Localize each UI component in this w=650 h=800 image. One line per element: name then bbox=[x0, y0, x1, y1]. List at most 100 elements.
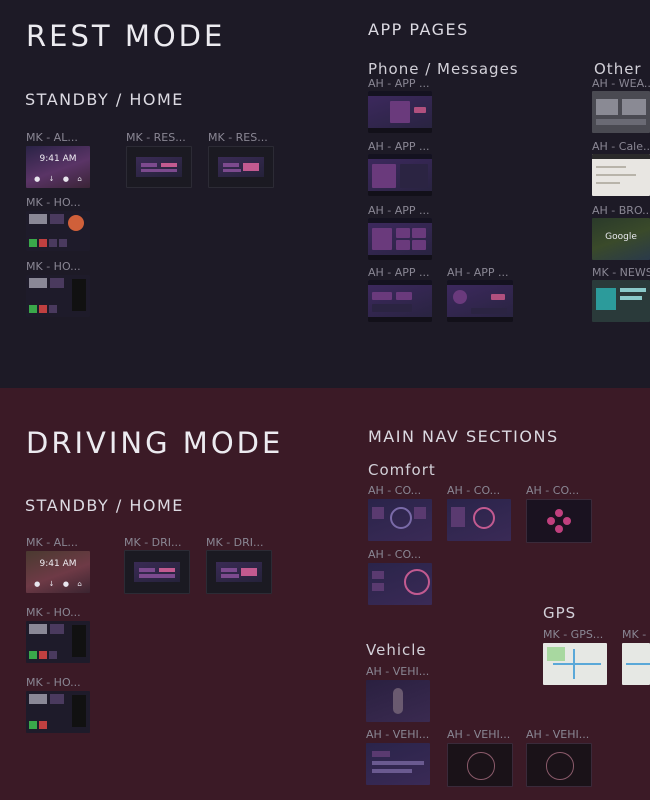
frame-label: MK - GPS... bbox=[543, 628, 604, 641]
app-page-thumbnail[interactable] bbox=[447, 280, 513, 322]
frame-label: AH - APP ... bbox=[368, 140, 430, 153]
vehicle-thumbnail[interactable] bbox=[447, 743, 513, 787]
download-icon: ↓ bbox=[48, 580, 55, 588]
fan-control-thumbnail[interactable] bbox=[526, 499, 592, 543]
frame-label: MK - AL... bbox=[26, 131, 78, 144]
phone-app-frame-1[interactable]: AH - APP ... bbox=[368, 77, 434, 135]
frame-label: AH - VEHI... bbox=[366, 665, 430, 678]
weather-frame[interactable]: AH - WEA... bbox=[592, 77, 650, 135]
browser-frame[interactable]: AH - BRO... Google bbox=[592, 204, 650, 262]
frame-label: AH - BRO... bbox=[592, 204, 650, 217]
driving-home-frame-2[interactable]: MK - HO... bbox=[26, 676, 92, 734]
vehicle-frame-1[interactable]: AH - VEHI... bbox=[366, 665, 432, 723]
app-page-thumbnail[interactable] bbox=[368, 154, 432, 196]
pin-icon: ● bbox=[34, 580, 41, 588]
rest-standby-frame[interactable]: MK - RES... bbox=[126, 131, 192, 189]
standby-thumbnail[interactable] bbox=[124, 550, 190, 594]
lock-screen-thumbnail[interactable]: 9:41 AM ● ↓ ● ⌂ bbox=[26, 146, 90, 188]
frame-label: AH - APP ... bbox=[368, 204, 430, 217]
frame-label: MK - bbox=[622, 628, 647, 641]
rest-home-frame[interactable]: MK - HO... bbox=[26, 196, 92, 254]
climate-thumbnail[interactable] bbox=[368, 563, 432, 605]
vehicle-frame-4[interactable]: AH - VEHI... bbox=[526, 728, 592, 787]
news-frame[interactable]: MK - NEWS... bbox=[592, 266, 650, 324]
pin-icon: ● bbox=[34, 175, 41, 183]
download-icon: ↓ bbox=[48, 175, 55, 183]
standby-thumbnail[interactable] bbox=[208, 146, 274, 188]
standby-thumbnail[interactable] bbox=[206, 550, 272, 594]
calendar-thumbnail[interactable] bbox=[592, 154, 650, 196]
home-thumbnail[interactable] bbox=[26, 691, 90, 733]
lock-time: 9:41 AM bbox=[39, 559, 77, 569]
gps-frame-1[interactable]: MK - GPS... bbox=[543, 628, 609, 686]
driving-standby-frame[interactable]: MK - DRI... bbox=[124, 536, 190, 594]
rest-home-frame-2[interactable]: MK - HO... bbox=[26, 260, 92, 318]
home-thumbnail[interactable] bbox=[26, 211, 90, 251]
rest-lock-frame[interactable]: MK - AL... 9:41 AM ● ↓ ● ⌂ bbox=[26, 131, 92, 189]
home-thumbnail[interactable] bbox=[26, 621, 90, 663]
frame-label: AH - CO... bbox=[526, 484, 580, 497]
driving-mode-title: DRIVING MODE bbox=[26, 426, 284, 460]
other-heading: Other bbox=[594, 60, 642, 78]
driving-home-frame[interactable]: MK - HO... bbox=[26, 606, 92, 664]
lock-screen-thumbnail[interactable]: 9:41 AM ● ↓ ● ⌂ bbox=[26, 551, 90, 593]
frame-label: AH - WEA... bbox=[592, 77, 650, 90]
map-thumbnail[interactable] bbox=[543, 643, 607, 685]
home-icon: ⌂ bbox=[77, 175, 82, 183]
standby-thumbnail[interactable] bbox=[126, 146, 192, 188]
frame-label: AH - VEHI... bbox=[526, 728, 590, 741]
rest-mode-section bbox=[0, 0, 650, 388]
news-thumbnail[interactable] bbox=[592, 280, 650, 322]
frame-label: MK - HO... bbox=[26, 260, 81, 273]
rest-standby-frame-2[interactable]: MK - RES... bbox=[208, 131, 274, 189]
lock-time: 9:41 AM bbox=[39, 154, 77, 164]
map-thumbnail[interactable] bbox=[622, 643, 650, 685]
home-icon: ⌂ bbox=[77, 580, 82, 588]
frame-label: AH - Cale... bbox=[592, 140, 650, 153]
comfort-frame-2[interactable]: AH - CO... bbox=[447, 484, 513, 542]
frame-label: AH - VEHI... bbox=[447, 728, 511, 741]
comfort-frame-3[interactable]: AH - CO... bbox=[526, 484, 592, 543]
app-page-thumbnail[interactable] bbox=[368, 218, 432, 260]
frame-label: MK - DRI... bbox=[206, 536, 264, 549]
climate-thumbnail[interactable] bbox=[368, 499, 432, 541]
rest-standby-heading: STANDBY / HOME bbox=[25, 90, 184, 109]
dot-icon: ● bbox=[62, 175, 69, 183]
home-thumbnail[interactable] bbox=[26, 275, 90, 317]
comfort-frame-1[interactable]: AH - CO... bbox=[368, 484, 434, 542]
phone-app-frame-4[interactable]: AH - APP ... bbox=[368, 266, 434, 324]
weather-thumbnail[interactable] bbox=[592, 91, 650, 133]
comfort-frame-4[interactable]: AH - CO... bbox=[368, 548, 434, 606]
driving-lock-frame[interactable]: MK - AL... 9:41 AM ● ↓ ● ⌂ bbox=[26, 536, 92, 594]
frame-label: MK - HO... bbox=[26, 606, 81, 619]
phone-app-frame-2[interactable]: AH - APP ... bbox=[368, 140, 434, 198]
frame-label: MK - HO... bbox=[26, 676, 81, 689]
calendar-frame[interactable]: AH - Cale... bbox=[592, 140, 650, 198]
app-page-thumbnail[interactable] bbox=[368, 91, 432, 133]
vehicle-thumbnail[interactable] bbox=[366, 680, 430, 722]
frame-label: AH - APP ... bbox=[368, 266, 430, 279]
vehicle-thumbnail[interactable] bbox=[526, 743, 592, 787]
vehicle-frame-3[interactable]: AH - VEHI... bbox=[447, 728, 513, 787]
frame-label: MK - NEWS... bbox=[592, 266, 650, 279]
gps-frame-2[interactable]: MK - bbox=[622, 628, 650, 686]
gps-heading: GPS bbox=[543, 604, 577, 622]
frame-label: AH - CO... bbox=[368, 484, 422, 497]
phone-app-frame-5[interactable]: AH - APP ... bbox=[447, 266, 515, 324]
driving-standby-frame-2[interactable]: MK - DRI... bbox=[206, 536, 272, 594]
frame-label: MK - HO... bbox=[26, 196, 81, 209]
frame-label: AH - CO... bbox=[447, 484, 501, 497]
phone-app-frame-3[interactable]: AH - APP ... bbox=[368, 204, 434, 262]
frame-label: MK - DRI... bbox=[124, 536, 182, 549]
app-page-thumbnail[interactable] bbox=[368, 280, 432, 322]
vehicle-heading: Vehicle bbox=[366, 641, 427, 659]
driving-standby-heading: STANDBY / HOME bbox=[25, 496, 184, 515]
dot-icon: ● bbox=[62, 580, 69, 588]
browser-thumbnail[interactable]: Google bbox=[592, 218, 650, 260]
vehicle-thumbnail[interactable] bbox=[366, 743, 430, 785]
frame-label: MK - AL... bbox=[26, 536, 78, 549]
climate-thumbnail[interactable] bbox=[447, 499, 511, 541]
google-logo-text: Google bbox=[605, 232, 637, 242]
frame-label: MK - RES... bbox=[126, 131, 186, 144]
vehicle-frame-2[interactable]: AH - VEHI... bbox=[366, 728, 432, 786]
